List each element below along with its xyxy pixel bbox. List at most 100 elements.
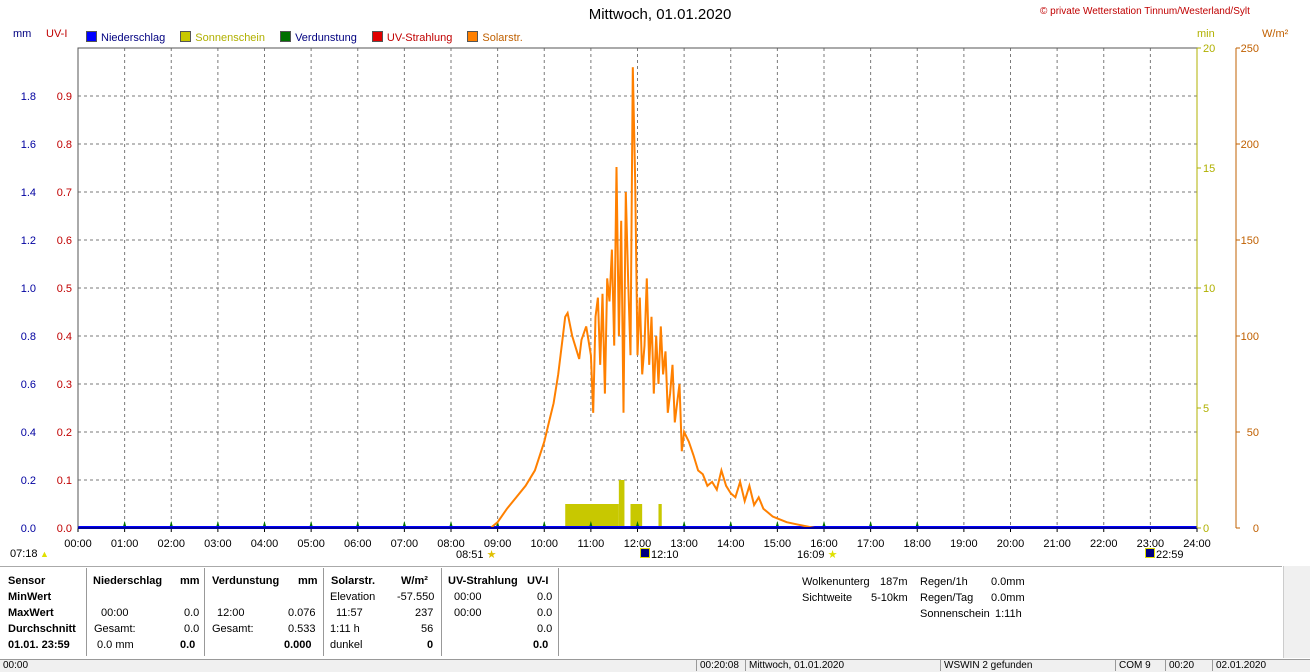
x-tick-label: 20:00 — [997, 538, 1025, 550]
legend-swatch-sonnenschein — [180, 31, 192, 42]
legend-label-uv: UV-Strahlung — [386, 32, 453, 44]
x-tick-label: 04:00 — [251, 538, 279, 550]
moon-icon — [1145, 548, 1155, 558]
star-icon: ★ — [483, 549, 497, 561]
uv-unit: UV-I — [527, 575, 549, 587]
marker-sunshine-start-label: 08:51 — [456, 549, 484, 561]
tick-label-wm2: 100 — [1241, 331, 1259, 343]
niederschlag-last-a: 0.0 mm — [97, 639, 134, 651]
niederschlag-max-value: 0.0 — [184, 607, 200, 619]
regentag-value: 0.0mm — [991, 592, 1025, 604]
tick-label-uvi: 0.4 — [57, 331, 72, 343]
marker-sunrise: 07:18 ▲ — [10, 548, 49, 560]
star-icon: ★ — [824, 549, 838, 561]
stats-row-avg: Durchschnitt — [8, 623, 76, 635]
x-tick-label: 21:00 — [1043, 538, 1071, 550]
tick-label-min: 5 — [1203, 403, 1209, 415]
chart-legend: Niederschlag Sonnenschein Verdunstung UV… — [86, 31, 523, 44]
tick-label-wm2: 150 — [1241, 235, 1259, 247]
marker-moon: 22:59 — [1145, 548, 1184, 561]
verdunstung-header: Verdunstung — [212, 575, 280, 587]
legend-item-verdunstung: Verdunstung — [280, 31, 357, 44]
legend-label-solar: Solarstr. — [482, 32, 523, 44]
x-tick-label: 19:00 — [950, 538, 978, 550]
x-tick-label: 22:00 — [1090, 538, 1118, 550]
stats-separator — [86, 568, 87, 656]
marker-sunset: 16:09 ★ — [797, 548, 837, 561]
solar-max-time: 11:57 — [336, 607, 363, 619]
verdunstung-unit: mm — [298, 575, 318, 587]
stats-separator — [558, 568, 559, 656]
sunshine-bar — [565, 504, 619, 528]
verdunstung-gesamt-label: Gesamt: — [212, 623, 254, 635]
tick-label-uvi: 0.8 — [57, 139, 72, 151]
x-tick-label: 11:00 — [578, 538, 605, 550]
sicht-label: Sichtweite — [802, 592, 853, 604]
niederschlag-header: Niederschlag — [93, 575, 163, 587]
copyright-label: © private Wetterstation Tinnum/Westerlan… — [1040, 6, 1250, 17]
right-axis-ticks: 05101520050100150200250 — [1197, 43, 1259, 535]
tick-label-min: 15 — [1203, 163, 1215, 175]
status-date2: 02.01.2020 — [1212, 660, 1310, 671]
legend-item-niederschlag: Niederschlag — [86, 31, 165, 44]
tick-label-uvi: 0.0 — [57, 523, 72, 535]
regen1h-value: 0.0mm — [991, 576, 1025, 588]
legend-item-sonnenschein: Sonnenschein — [180, 31, 265, 44]
verdunstung-gesamt-value: 0.533 — [288, 623, 316, 635]
tick-label-uvi: 0.7 — [57, 187, 72, 199]
sunshine-bar — [658, 504, 662, 528]
marker-sunrise-label: 07:18 — [10, 548, 38, 560]
legend-swatch-uv — [371, 31, 383, 42]
wolken-label: Wolkenunterg — [802, 576, 870, 588]
x-tick-label: 03:00 — [204, 538, 232, 550]
noon-icon — [640, 548, 650, 558]
legend-label-sonnenschein: Sonnenschein — [195, 32, 265, 44]
x-tick-label: 10:00 — [530, 538, 558, 550]
niederschlag-max-time: 00:00 — [101, 607, 129, 619]
tick-label-mm: 1.2 — [21, 235, 36, 247]
x-tick-label: 14:00 — [717, 538, 745, 550]
marker-solar-noon: 12:10 — [640, 548, 679, 561]
status-time: 00:20:08 — [696, 660, 744, 671]
unit-min: min — [1197, 28, 1215, 40]
weather-chart: 0.0 0.2 0.4 0.6 0.8 1.0 1.2 1.4 1.6 1.8 0.0 0.1 0.2 0… — [21, 43, 1259, 550]
legend-item-solar: Solarstr. — [467, 31, 523, 44]
solar-duration-value: 56 — [421, 623, 434, 635]
status-com: COM 9 — [1115, 660, 1161, 671]
x-tick-label: 02:00 — [157, 538, 185, 550]
x-tick-label: 18:00 — [903, 538, 931, 550]
verdunstung-max-time: 12:00 — [217, 607, 245, 619]
stats-separator — [441, 568, 442, 656]
legend-label-verdunstung: Verdunstung — [295, 32, 357, 44]
uv-min-value: 0.0 — [537, 591, 553, 603]
solar-elevation-value: -57.550 — [397, 591, 435, 603]
solar-dark-value: 0 — [427, 639, 434, 651]
tick-label-mm: 0.6 — [21, 379, 36, 391]
tick-label-wm2: 250 — [1241, 43, 1259, 55]
tick-label-mm: 0.0 — [21, 523, 36, 535]
uv-avg-value: 0.0 — [537, 623, 553, 635]
marker-sunshine-start: 08:51 ★ — [456, 548, 496, 561]
stats-separator — [204, 568, 205, 656]
status-left: 00:00 — [3, 660, 29, 671]
stats-row-max: MaxWert — [8, 607, 54, 619]
tick-label-wm2: 0 — [1253, 523, 1259, 535]
vertical-scrollbar[interactable] — [1283, 566, 1310, 658]
sun-icon: ▲ — [37, 549, 49, 559]
tick-label-wm2: 50 — [1247, 427, 1259, 439]
sonnenschein-value: 1:11h — [995, 608, 1022, 620]
uv-header: UV-Strahlung — [448, 575, 518, 587]
stats-sensor-header: Sensor — [8, 575, 46, 587]
x-axis-ticks: 00:00 01:00 02:00 03:00 04:00 05:00 06:00 07:00… — [64, 528, 1211, 550]
tick-label-mm: 1.0 — [21, 283, 36, 295]
tick-label-uvi: 0.2 — [57, 427, 72, 439]
tick-label-mm: 0.8 — [21, 331, 36, 343]
tick-label-wm2: 200 — [1241, 139, 1259, 151]
solar-line — [489, 67, 824, 529]
niederschlag-gesamt-value: 0.0 — [184, 623, 200, 635]
chart-title: Mittwoch, 01.01.2020 — [588, 6, 732, 23]
niederschlag-unit: mm — [180, 575, 200, 587]
solar-unit: W/m² — [401, 575, 428, 587]
left-axis-ticks: 0.0 0.2 0.4 0.6 0.8 1.0 1.2 1.4 1.6 1.8 0.0 0.1 0.2 0… — [21, 91, 72, 535]
x-tick-label: 17:00 — [857, 538, 885, 550]
